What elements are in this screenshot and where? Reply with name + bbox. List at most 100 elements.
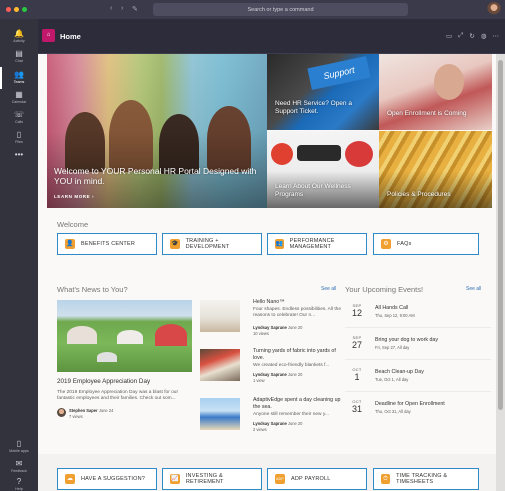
events-heading: Your Upcoming Events! [345,285,424,294]
teams-icon: 👥 [14,70,24,79]
apple-image [271,143,293,165]
training-icon: 🎓 [170,239,180,249]
event-title[interactable]: All Hands Call [375,305,408,311]
person-image [434,64,464,100]
more-icon[interactable]: ⋯ [493,32,500,40]
time-tracking-button[interactable]: ⏱ TIME TRACKING & TIMESHEETS [373,468,479,490]
news-heading: What's News to You? [57,285,128,294]
event-title[interactable]: Beach Clean-up Day [375,369,424,375]
rail-item-activity[interactable]: 🔔 Activity [0,29,38,43]
people-icon: 👥 [275,239,284,249]
tile-label: Open Enrollment is Coming [387,110,467,117]
suggestion-button[interactable]: ☁ HAVE A SUGGESTION? [57,468,157,490]
tent-image [117,330,143,344]
rail-item-more[interactable]: ••• [0,150,38,160]
event-title[interactable]: Bring your dog to work day [375,337,438,343]
news-thumb-nano[interactable] [200,300,240,332]
hero-main-tile[interactable]: Welcome to YOUR Personal HR Portal Desig… [47,54,267,208]
chart-icon: 📈 [170,474,180,484]
rail-item-feedback[interactable]: ✉ Feedback [0,459,38,473]
gear-icon: ⚙ [381,239,391,249]
news-item-title[interactable]: Hello Nano™ [253,299,343,306]
sharepoint-page: Welcome to YOUR Personal HR Portal Desig… [38,54,496,491]
tile-label: Policies & Procedures [387,191,451,198]
featured-news-desc: The 2019 Employee Appreciation Day was a… [57,390,179,401]
featured-news-image[interactable] [57,300,192,372]
globe-icon[interactable]: ◍ [481,32,487,40]
news-see-all-link[interactable]: See all [321,286,336,292]
chat-icon: ▤ [15,49,23,58]
calendar-icon: ▦ [15,90,23,99]
news-item-title[interactable]: AdaptivEdge spent a day cleaning up the … [253,397,345,410]
tent-image [155,324,187,346]
refresh-icon[interactable]: ↻ [469,32,474,40]
rail-item-mobile-apps[interactable]: ▯ Mobile apps [0,439,38,453]
chat-icon[interactable]: ▭ [446,32,452,40]
tile-label: Learn About Our Wellness Programs [275,183,351,198]
news-item-author: Lyndsay Saprane June 20 [253,325,303,330]
news-thumb-fabric[interactable] [200,349,240,381]
bell-icon: 🔔 [14,29,24,38]
divider [345,359,491,360]
forward-icon[interactable]: › [121,5,123,12]
news-item-views: 10 views [253,331,269,336]
news-thumb-beach[interactable] [200,398,240,430]
event-time: Thu, Sep 12, 9:00 AM [375,313,415,318]
compose-icon[interactable]: ✎ [132,5,138,13]
news-item-author: Lyndsay Saprane June 20 [253,372,303,377]
adp-payroll-button[interactable]: ADP ADP PAYROLL [267,468,367,490]
more-icon: ••• [14,150,24,159]
faqs-button[interactable]: ⚙ FAQs [373,233,479,255]
avatar[interactable] [487,2,501,16]
minimize-window-button[interactable] [14,7,19,12]
hero-tile-support[interactable]: Support Need HR Service? Open a Support … [267,54,379,130]
header-actions: ▭ ⤢ ↻ ◍ ⋯ [446,32,499,40]
hero-tile-open-enrollment[interactable]: Open Enrollment is Coming [379,54,492,130]
close-window-button[interactable] [6,7,11,12]
event-title[interactable]: Deadline for Open Enrollment [375,401,445,407]
clock-icon: ⏱ [381,474,391,484]
event-date: OCT 31 [351,399,362,414]
learn-more-link[interactable]: LEARN MORE › [54,194,94,199]
news-item-views: 1 view [253,378,265,383]
search-input[interactable]: Search or type a command [153,3,408,16]
hero-tile-wellness[interactable]: Learn About Our Wellness Programs [267,131,379,208]
app-rail: 🔔 Activity ▤ Chat 👥 Teams ▦ Calendar ☏ Calls … [0,19,38,491]
suggestion-icon: ☁ [65,474,75,484]
tile-overlay [379,171,492,208]
rail-item-calls[interactable]: ☏ Calls [0,110,38,124]
training-development-button[interactable]: 🎓 TRAINING + DEVELOPMENT [162,233,262,255]
channel-header: ⌂ Home ▭ ⤢ ↻ ◍ ⋯ [38,19,505,54]
investing-retirement-button[interactable]: 📈 INVESTING & RETIREMENT [162,468,262,490]
title-bar: ‹ › ✎ Search or type a command [0,0,505,19]
maximize-window-button[interactable] [22,7,27,12]
events-see-all-link[interactable]: See all [466,286,481,292]
featured-news-title[interactable]: 2019 Employee Appreciation Day [57,378,150,385]
tent-image [97,352,117,362]
rail-item-chat[interactable]: ▤ Chat [0,49,38,63]
news-item-desc: Four shapes. Endless possibilities. All … [253,307,341,318]
news-item-title[interactable]: Turning yards of fabric into yards of lo… [253,348,345,361]
hero-tile-policies[interactable]: Policies & Procedures [379,131,492,208]
featured-news-views: 7 views [69,414,83,419]
rail-item-calendar[interactable]: ▦ Calendar [0,90,38,104]
page-title: Home [60,32,81,41]
event-time: Thu, Oct 31, All day [375,409,411,414]
rail-item-teams[interactable]: 👥 Teams [0,70,38,84]
divider [345,327,491,328]
rail-item-files[interactable]: ▯ Files [0,130,38,144]
payroll-icon: ADP [275,474,285,484]
benefits-center-button[interactable]: 👤 BENEFITS CENTER [57,233,157,255]
tent-image [67,326,97,344]
dumbbell-image [297,145,341,161]
divider [345,391,491,392]
rail-item-help[interactable]: ? Help [0,477,38,491]
heart-image [345,141,373,167]
performance-management-button[interactable]: 👥 PERFORMANCE MANAGEMENT [267,233,367,255]
file-icon: ▯ [16,130,22,139]
expand-icon[interactable]: ⤢ [458,32,463,40]
phone-icon: ☏ [13,110,24,119]
back-icon[interactable]: ‹ [110,5,112,12]
scrollbar-thumb[interactable] [498,60,503,410]
home-icon: ⌂ [42,29,55,42]
